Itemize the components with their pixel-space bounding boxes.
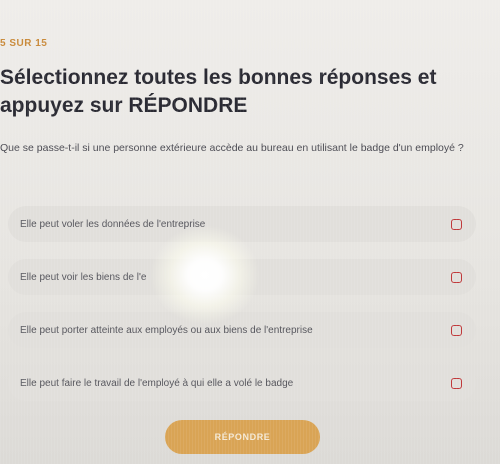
- answer-option-label: Elle peut faire le travail de l'employé …: [20, 377, 294, 389]
- progress-indicator: 5 SUR 15: [0, 38, 48, 49]
- checkbox-icon[interactable]: [451, 377, 462, 389]
- answer-option-4[interactable]: Elle peut faire le travail de l'employé …: [8, 365, 476, 401]
- answer-option-label: Elle peut voler les données de l'entrepr…: [20, 218, 206, 230]
- answer-option-1[interactable]: Elle peut voler les données de l'entrepr…: [8, 206, 476, 242]
- instruction-heading: Sélectionnez toutes les bonnes réponses …: [0, 66, 437, 117]
- answer-option-label: Elle peut porter atteinte aux employés o…: [20, 324, 313, 336]
- checkbox-icon[interactable]: [451, 271, 462, 283]
- question-text: Que se passe-t-il si une personne extéri…: [0, 142, 464, 154]
- answer-option-2[interactable]: Elle peut voir les biens de l'e: [8, 259, 476, 295]
- answer-option-3[interactable]: Elle peut porter atteinte aux employés o…: [8, 312, 476, 348]
- submit-button[interactable]: RÉPONDRE: [165, 420, 320, 454]
- answer-option-label: Elle peut voir les biens de l'e: [20, 271, 147, 283]
- checkbox-icon[interactable]: [451, 324, 462, 336]
- checkbox-icon[interactable]: [451, 218, 462, 230]
- quiz-screen: 5 SUR 15 Sélectionnez toutes les bonnes …: [0, 0, 500, 464]
